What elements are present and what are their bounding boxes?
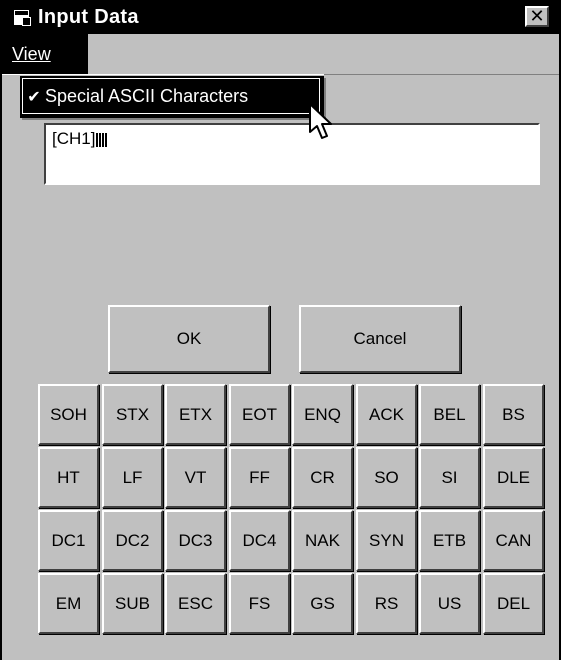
title-bar[interactable]: Input Data ✕ <box>2 0 559 34</box>
key-label: US <box>437 593 462 613</box>
key-etx-button[interactable]: ETX <box>165 384 226 445</box>
menu-item-label: Special ASCII Characters <box>45 85 249 106</box>
key-dc2-button[interactable]: DC2 <box>102 510 163 571</box>
key-del-button[interactable]: DEL <box>483 573 544 634</box>
key-stx-button[interactable]: STX <box>102 384 163 445</box>
key-dc4-button[interactable]: DC4 <box>229 510 290 571</box>
key-label: SOH <box>50 404 87 424</box>
key-dc1-button[interactable]: DC1 <box>38 510 99 571</box>
key-label: BEL <box>433 404 466 424</box>
key-label: VT <box>184 467 207 487</box>
key-em-button[interactable]: EM <box>38 573 99 634</box>
menu-divider-shadow <box>324 74 559 75</box>
key-sub-button[interactable]: SUB <box>102 573 163 634</box>
key-us-button[interactable]: US <box>419 573 480 634</box>
key-ack-button[interactable]: ACK <box>356 384 417 445</box>
key-soh-button[interactable]: SOH <box>38 384 99 445</box>
key-fs-button[interactable]: FS <box>229 573 290 634</box>
key-label: BS <box>502 404 525 424</box>
key-enq-button[interactable]: ENQ <box>292 384 353 445</box>
key-can-button[interactable]: CAN <box>483 510 544 571</box>
key-syn-button[interactable]: SYN <box>356 510 417 571</box>
key-eot-button[interactable]: EOT <box>229 384 290 445</box>
key-gs-button[interactable]: GS <box>292 573 353 634</box>
key-label: CAN <box>495 530 532 550</box>
key-label: EM <box>55 593 82 613</box>
key-label: RS <box>374 593 399 613</box>
key-label: LF <box>122 467 143 487</box>
special-char-marker-icon <box>96 130 108 150</box>
key-ht-button[interactable]: HT <box>38 447 99 508</box>
key-label: DC1 <box>51 530 86 550</box>
key-label: HT <box>57 467 80 487</box>
menu-view-label: View <box>12 44 51 64</box>
key-dle-button[interactable]: DLE <box>483 447 544 508</box>
key-label: SUB <box>115 593 150 613</box>
key-label: CR <box>310 467 335 487</box>
window-title: Input Data <box>38 5 139 28</box>
key-label: ESC <box>178 593 213 613</box>
key-si-button[interactable]: SI <box>419 447 480 508</box>
key-dc3-button[interactable]: DC3 <box>165 510 226 571</box>
key-label: FS <box>248 593 271 613</box>
close-icon: ✕ <box>529 6 545 27</box>
key-vt-button[interactable]: VT <box>165 447 226 508</box>
app-icon <box>12 9 31 26</box>
key-label: SYN <box>369 530 404 550</box>
key-so-button[interactable]: SO <box>356 447 417 508</box>
checkmark-icon: ✔ <box>27 86 41 106</box>
ok-button-label: OK <box>176 329 202 348</box>
key-label: DC4 <box>242 530 277 550</box>
key-label: SI <box>441 467 458 487</box>
key-label: STX <box>115 404 150 424</box>
view-dropdown-menu: ✔ Special ASCII Characters <box>20 76 324 118</box>
key-label: NAK <box>305 530 340 550</box>
mouse-pointer-icon <box>309 103 332 139</box>
key-nak-button[interactable]: NAK <box>292 510 353 571</box>
menu-item-special-ascii[interactable]: ✔ Special ASCII Characters <box>22 78 320 114</box>
key-ff-button[interactable]: FF <box>229 447 290 508</box>
key-cr-button[interactable]: CR <box>292 447 353 508</box>
input-value: [CH1] <box>52 129 96 148</box>
key-label: GS <box>310 593 335 613</box>
close-button[interactable]: ✕ <box>525 6 549 27</box>
key-label: ACK <box>369 404 404 424</box>
key-rs-button[interactable]: RS <box>356 573 417 634</box>
key-label: ENQ <box>304 404 341 424</box>
menu-view[interactable]: View <box>2 34 88 74</box>
key-bel-button[interactable]: BEL <box>419 384 480 445</box>
key-label: DEL <box>496 593 531 613</box>
key-label: ETX <box>178 404 213 424</box>
key-lf-button[interactable]: LF <box>102 447 163 508</box>
key-label: FF <box>249 467 270 487</box>
key-label: EOT <box>242 404 277 424</box>
key-label: ETB <box>432 530 467 550</box>
cancel-button[interactable]: Cancel <box>299 305 461 373</box>
ok-button[interactable]: OK <box>108 305 270 373</box>
menu-bar: View <box>2 34 559 74</box>
key-bs-button[interactable]: BS <box>483 384 544 445</box>
key-label: DLE <box>496 467 531 487</box>
key-label: DC2 <box>115 530 150 550</box>
ascii-key-grid: SOH STX ETX EOT ENQ ACK BEL BS HT LF VT FF CR SO SI DLE… <box>38 384 549 636</box>
key-etb-button[interactable]: ETB <box>419 510 480 571</box>
key-esc-button[interactable]: ESC <box>165 573 226 634</box>
cancel-button-label: Cancel <box>353 329 407 348</box>
key-label: SO <box>374 467 399 487</box>
key-label: DC3 <box>178 530 213 550</box>
data-input-field[interactable]: [CH1] <box>44 123 540 185</box>
input-data-window: Input Data ✕ View ✔ Special ASCII Charac… <box>0 0 561 660</box>
